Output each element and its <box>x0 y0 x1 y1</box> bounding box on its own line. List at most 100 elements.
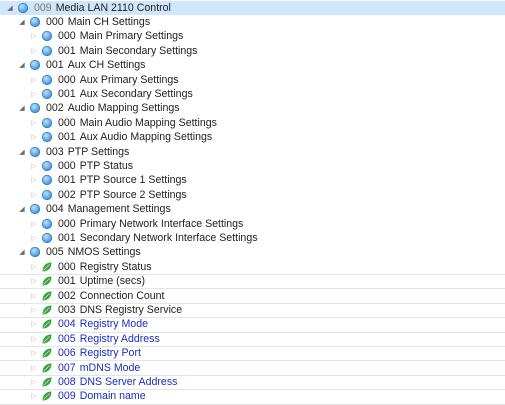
expand-arrow-icon[interactable]: ▷ <box>30 376 38 388</box>
tree-row[interactable]: ▷ 001 Aux Audio Mapping Settings <box>0 130 505 144</box>
row-number: 004 <box>46 203 64 216</box>
folder-node-icon <box>41 232 53 244</box>
tree-row[interactable]: ▷ 007 mDNS Mode <box>0 361 505 376</box>
row-label: mDNS Mode <box>79 361 141 374</box>
row-label: PTP Source 2 Settings <box>79 188 187 201</box>
row-label: Aux Audio Mapping Settings <box>79 131 213 144</box>
expand-arrow-icon[interactable]: ▷ <box>30 275 38 287</box>
tree-row[interactable]: ▷ 000 Primary Network Interface Settings <box>0 217 505 231</box>
folder-node-icon <box>41 131 53 143</box>
expand-arrow-icon[interactable]: ▷ <box>30 318 38 330</box>
tree-row[interactable]: ▷ 008 DNS Server Address <box>0 375 505 391</box>
tree-row-text: 002 PTP Source 2 Settings <box>58 189 187 201</box>
tree-row[interactable]: ◢ 001 Aux CH Settings <box>0 58 505 72</box>
tree-row-text: 003 PTP Settings <box>46 146 129 158</box>
tree-row-text: 000 Main Primary Settings <box>58 30 183 42</box>
row-number: 008 <box>58 376 76 389</box>
tree-row[interactable]: ▷ 009 Domain name <box>0 389 505 405</box>
row-label: Main Secondary Settings <box>79 44 198 57</box>
collapse-arrow-icon[interactable]: ◢ <box>18 246 26 258</box>
tree-row[interactable]: ▷ 001 Aux Secondary Settings <box>0 87 505 101</box>
row-number: 007 <box>58 361 76 374</box>
row-label: PTP Settings <box>67 145 130 158</box>
collapse-arrow-icon[interactable]: ◢ <box>18 16 26 28</box>
tree-row-text: 001 PTP Source 1 Settings <box>58 174 187 186</box>
collapse-arrow-icon[interactable]: ◢ <box>6 2 14 14</box>
tree-row[interactable]: ▷ 000 Registry Status <box>0 260 505 276</box>
expand-arrow-icon[interactable]: ▷ <box>30 45 38 57</box>
tree-row[interactable]: ▷ 001 Uptime (secs) <box>0 274 505 290</box>
expand-arrow-icon[interactable]: ▷ <box>30 131 38 143</box>
tree-row[interactable]: ▷ 005 Registry Address <box>0 332 505 348</box>
tree-row[interactable]: ▷ 003 DNS Registry Service <box>0 303 505 319</box>
tree-row[interactable]: ▷ 002 Connection Count <box>0 289 505 304</box>
folder-node-icon <box>29 16 41 28</box>
row-number: 000 <box>58 260 76 273</box>
expand-arrow-icon[interactable]: ▷ <box>30 333 38 345</box>
tree-row[interactable]: ◢ 000 Main CH Settings <box>0 15 505 29</box>
collapse-arrow-icon[interactable]: ◢ <box>18 59 26 71</box>
tree-row[interactable]: ◢ 005 NMOS Settings <box>0 245 505 259</box>
leaf-icon <box>41 318 53 330</box>
tree-row[interactable]: ▷ 000 Main Primary Settings <box>0 29 505 43</box>
tree-row[interactable]: ▷ 000 Main Audio Mapping Settings <box>0 116 505 130</box>
expand-arrow-icon[interactable]: ▷ <box>30 218 38 230</box>
tree-row[interactable]: ▷ 000 Aux Primary Settings <box>0 73 505 87</box>
expand-arrow-icon[interactable]: ▷ <box>30 232 38 244</box>
collapse-arrow-icon[interactable]: ◢ <box>18 102 26 114</box>
row-number: 004 <box>58 318 76 331</box>
expand-arrow-icon[interactable]: ▷ <box>30 88 38 100</box>
tree-row[interactable]: ▷ 004 Registry Mode <box>0 317 505 333</box>
expand-arrow-icon[interactable]: ▷ <box>30 117 38 129</box>
tree-row-text: 005 Registry Address <box>58 333 160 345</box>
leaf-icon <box>41 376 53 388</box>
folder-node-icon <box>41 74 53 86</box>
leaf-icon <box>41 347 53 359</box>
tree-row-text: 001 Uptime (secs) <box>58 275 145 287</box>
leaf-icon <box>41 275 53 287</box>
tree-row[interactable]: ▷ 006 Registry Port <box>0 346 505 362</box>
expand-arrow-icon[interactable]: ▷ <box>30 74 38 86</box>
row-label: Registry Mode <box>79 318 148 331</box>
parameter-tree: ◢ 009 Media LAN 2110 Control ◢ 000 Main CH Se… <box>0 0 505 405</box>
tree-row[interactable]: ▷ 001 Secondary Network Interface Settings <box>0 231 505 245</box>
row-label: Aux CH Settings <box>67 59 146 72</box>
expand-arrow-icon[interactable]: ▷ <box>30 290 38 302</box>
leaf-icon <box>41 290 53 302</box>
tree-row-text: 009 Media LAN 2110 Control <box>34 2 171 14</box>
tree-row-text: 004 Management Settings <box>46 203 171 215</box>
folder-node-icon <box>41 160 53 172</box>
row-number: 005 <box>46 246 64 259</box>
expand-arrow-icon[interactable]: ▷ <box>30 261 38 273</box>
tree-row[interactable]: ◢ 003 PTP Settings <box>0 145 505 159</box>
expand-arrow-icon[interactable]: ▷ <box>30 362 38 374</box>
tree-row-text: 002 Audio Mapping Settings <box>46 102 180 114</box>
tree-row[interactable]: ▷ 002 PTP Source 2 Settings <box>0 188 505 202</box>
row-number: 006 <box>58 347 76 360</box>
expand-arrow-icon[interactable]: ▷ <box>30 174 38 186</box>
row-label: PTP Source 1 Settings <box>79 174 187 187</box>
expand-arrow-icon[interactable]: ▷ <box>30 304 38 316</box>
expand-arrow-icon[interactable]: ▷ <box>30 189 38 201</box>
row-label: Primary Network Interface Settings <box>79 217 244 230</box>
tree-row[interactable]: ◢ 002 Audio Mapping Settings <box>0 101 505 115</box>
tree-row[interactable]: ▷ 001 Main Secondary Settings <box>0 44 505 58</box>
tree-row[interactable]: ◢ 009 Media LAN 2110 Control <box>0 0 505 15</box>
row-label: Audio Mapping Settings <box>67 102 180 115</box>
tree-row[interactable]: ◢ 004 Management Settings <box>0 202 505 216</box>
row-label: Registry Status <box>79 260 152 273</box>
collapse-arrow-icon[interactable]: ◢ <box>18 203 26 215</box>
collapse-arrow-icon[interactable]: ◢ <box>18 146 26 158</box>
folder-node-icon <box>29 203 41 215</box>
row-label: Main CH Settings <box>67 16 151 29</box>
row-number: 000 <box>58 217 76 230</box>
expand-arrow-icon[interactable]: ▷ <box>30 347 38 359</box>
folder-node-icon <box>41 174 53 186</box>
row-label: Secondary Network Interface Settings <box>79 232 258 245</box>
expand-arrow-icon[interactable]: ▷ <box>30 30 38 42</box>
tree-row[interactable]: ▷ 000 PTP Status <box>0 159 505 173</box>
leaf-icon <box>41 362 53 374</box>
tree-row[interactable]: ▷ 001 PTP Source 1 Settings <box>0 173 505 187</box>
folder-node-icon <box>29 59 41 71</box>
expand-arrow-icon[interactable]: ▷ <box>30 160 38 172</box>
